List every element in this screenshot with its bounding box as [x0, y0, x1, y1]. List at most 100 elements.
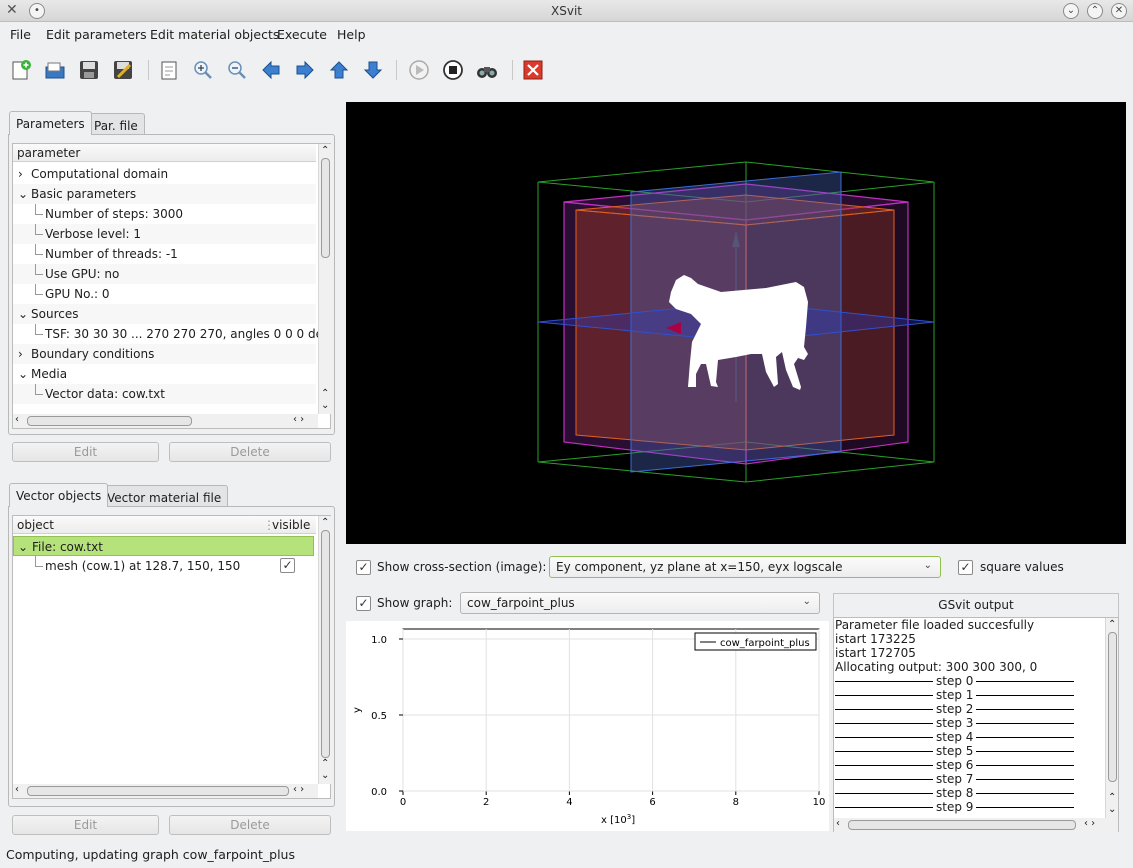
object-delete-button[interactable]: Delete [169, 815, 331, 835]
open-file-icon[interactable] [42, 57, 68, 83]
step-label: step 9 [936, 800, 974, 814]
parameter-row[interactable]: TSF: 30 30 30 ... 270 270 270, angles 0 … [13, 324, 331, 344]
parameter-row[interactable]: Vector data: cow.txt [13, 384, 316, 404]
arrow-right-icon[interactable] [292, 57, 318, 83]
object-vscroll[interactable]: ⌃ ⌃ ⌄ [318, 516, 331, 784]
menu-execute[interactable]: Execute [277, 27, 327, 42]
parameter-row[interactable]: Number of steps: 3000 [13, 204, 316, 224]
chevron-down-icon[interactable]: ⌄ [18, 184, 28, 204]
new-file-icon[interactable] [8, 57, 34, 83]
scroll-thumb[interactable] [1108, 632, 1117, 782]
chevron-right-icon[interactable]: › [18, 164, 23, 184]
save-icon[interactable] [76, 57, 102, 83]
scroll-thumb[interactable] [27, 416, 192, 426]
3d-viewer[interactable] [346, 102, 1126, 544]
output-line: istart 172705 [835, 646, 916, 660]
parameter-row-label: Media [31, 367, 68, 381]
chevron-down-icon: ⌄ [923, 560, 932, 571]
parameter-row[interactable]: GPU No.: 0 [13, 284, 316, 304]
parameter-column-header[interactable]: parameter [13, 144, 316, 162]
maximize-button[interactable]: ⌃ [1087, 3, 1103, 19]
chevron-down-icon[interactable]: ⌄ [18, 364, 28, 384]
tree-line [35, 324, 43, 335]
step-label: step 8 [936, 786, 974, 800]
parameter-row[interactable]: ⌄ Sources [13, 304, 316, 324]
plot-frame [402, 628, 820, 792]
parameter-row-label: Sources [31, 307, 79, 321]
status-bar: Computing, updating graph cow_farpoint_p… [6, 847, 295, 862]
tab-par-file[interactable]: Par. file [87, 113, 145, 135]
cross-section-value: Ey component, yz plane at x=150, eyx log… [556, 560, 843, 574]
step-label: step 3 [936, 716, 974, 730]
output-step-line: step 8 [835, 786, 1075, 800]
zoom-out-icon[interactable] [224, 57, 250, 83]
scroll-thumb[interactable] [321, 530, 330, 758]
page-icon[interactable] [156, 57, 182, 83]
play-icon[interactable] [406, 57, 432, 83]
minimize-button[interactable]: ⌄ [1063, 3, 1079, 19]
object-edit-button[interactable]: Edit [12, 815, 159, 835]
parameter-row[interactable]: Use GPU: no [13, 264, 316, 284]
output-hscroll[interactable]: ‹ ‹ › [834, 818, 1118, 832]
object-row-mesh[interactable]: mesh (cow.1) at 128.7, 150, 150 ✓ [13, 556, 316, 576]
object-row-file[interactable]: ⌄ File: cow.txt [13, 536, 314, 556]
parameter-row-label: Verbose level: 1 [45, 227, 142, 241]
square-values-checkbox[interactable]: ✓ [958, 560, 973, 575]
chevron-down-icon[interactable]: ⌄ [18, 304, 28, 324]
scroll-thumb[interactable] [321, 158, 330, 258]
output-log: Parameter file loaded succesfully istart … [833, 617, 1119, 832]
arrow-up-icon[interactable] [326, 57, 352, 83]
arrow-down-icon[interactable] [360, 57, 386, 83]
tree-line [35, 556, 43, 567]
zoom-in-icon[interactable] [190, 57, 216, 83]
cross-section-select[interactable]: Ey component, yz plane at x=150, eyx log… [549, 556, 941, 578]
graph-area[interactable]: 0 2 4 6 8 10 0.0 0.5 1.0 x [103] y cow_farpoint_plu… [346, 621, 829, 831]
parameter-delete-button[interactable]: Delete [169, 442, 331, 462]
step-label: step 4 [936, 730, 974, 744]
parameter-row[interactable]: Verbose level: 1 [13, 224, 316, 244]
x-tick-label: 6 [649, 797, 655, 808]
chevron-down-icon[interactable]: ⌄ [18, 537, 28, 557]
tab-parameters[interactable]: Parameters [9, 111, 92, 135]
output-vscroll[interactable]: ⌃ ⌃ ⌄ [1105, 618, 1118, 818]
close-icon[interactable] [520, 57, 546, 83]
scroll-thumb[interactable] [27, 786, 289, 796]
parameter-row[interactable]: ⌄ Media [13, 364, 316, 384]
show-cross-section-checkbox[interactable]: ✓ [356, 560, 371, 575]
parameter-row[interactable]: › Computational domain [13, 164, 316, 184]
scroll-thumb[interactable] [848, 820, 1076, 830]
parameter-vscroll[interactable]: ⌃ ⌃ ⌄ [318, 144, 331, 414]
tab-vector-objects[interactable]: Vector objects [9, 483, 109, 507]
tab-vector-material-file[interactable]: Vector material file [100, 485, 229, 507]
arrow-left-icon[interactable] [258, 57, 284, 83]
visible-checkbox[interactable]: ✓ [280, 558, 295, 573]
close-window-button[interactable]: ✕ [1111, 3, 1127, 19]
object-column-label[interactable]: object [17, 518, 54, 532]
output-line: istart 173225 [835, 632, 916, 646]
x-axis-label: x [103] [601, 813, 635, 826]
menu-file[interactable]: File [10, 27, 31, 42]
parameter-row[interactable]: ⌄ Basic parameters [13, 184, 316, 204]
binoculars-icon[interactable] [474, 57, 500, 83]
object-hscroll[interactable]: ‹ ‹ › [13, 784, 318, 798]
object-row-label: File: cow.txt [32, 540, 103, 554]
chevron-down-icon: ⌄ [802, 596, 811, 607]
show-graph-checkbox[interactable]: ✓ [356, 596, 371, 611]
parameter-row[interactable]: Number of threads: -1 [13, 244, 316, 264]
output-line: Parameter file loaded succesfully [835, 618, 1035, 632]
parameter-edit-button[interactable]: Edit [12, 442, 159, 462]
legend-label: cow_farpoint_plus [720, 638, 810, 649]
parameter-row[interactable]: › Boundary conditions [13, 344, 316, 364]
x-axis-label-text: x [10 [601, 815, 627, 826]
stop-icon[interactable] [440, 57, 466, 83]
menu-edit-material-objects[interactable]: Edit material objects [150, 27, 279, 42]
save-as-icon[interactable] [110, 57, 136, 83]
menu-help[interactable]: Help [337, 27, 366, 42]
x-tick-label: 10 [813, 797, 826, 808]
visible-column-label[interactable]: visible [272, 518, 310, 532]
graph-select[interactable]: cow_farpoint_plus ⌄ [460, 592, 820, 614]
parameter-hscroll[interactable]: ‹ ‹ › [13, 414, 318, 428]
tree-line [35, 244, 43, 255]
menu-edit-parameters[interactable]: Edit parameters [46, 27, 147, 42]
chevron-right-icon[interactable]: › [18, 344, 23, 364]
